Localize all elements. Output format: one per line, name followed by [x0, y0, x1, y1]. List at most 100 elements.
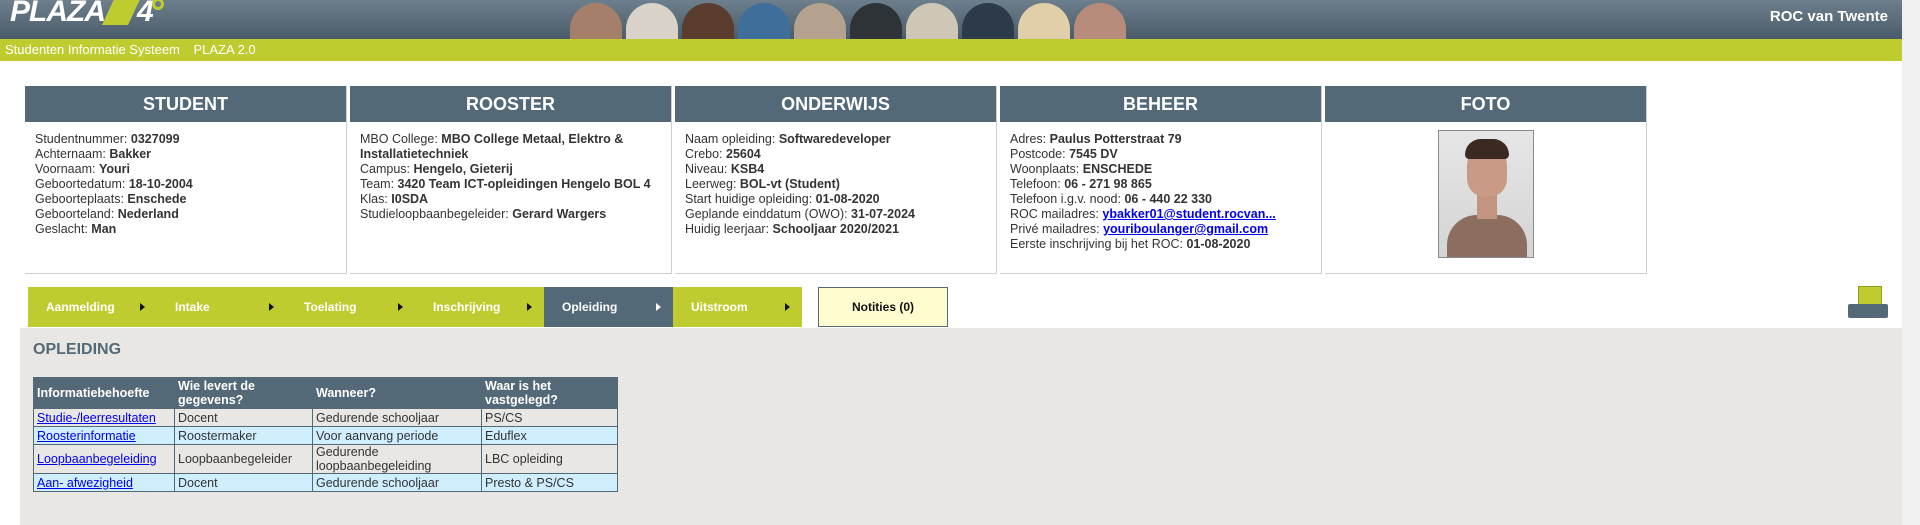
panel-body: Naam opleiding: Softwaredeveloper Crebo: …: [675, 122, 996, 237]
panel-foto: FOTO: [1325, 86, 1647, 274]
field-value: 31-07-2024: [851, 207, 915, 221]
tab-label: Inschrijving: [433, 300, 501, 314]
logo-text: PLAZA: [10, 0, 106, 28]
column-header: Informatiebehoefte: [33, 377, 175, 409]
table-cell: Gedurende loopbaanbegeleiding: [312, 444, 482, 474]
tab-inschrijving[interactable]: Inschrijving: [415, 287, 544, 327]
field-label: Studieloopbaanbegeleider:: [360, 207, 513, 221]
field-value: KSB4: [730, 162, 765, 176]
student-photo: [1437, 130, 1534, 258]
panel-body: Adres: Paulus Potterstraat 79 Postcode: 7…: [1000, 122, 1321, 252]
field-value: 7545 DV: [1069, 147, 1118, 161]
field-label: MBO College:: [360, 132, 442, 146]
email-link[interactable]: youriboulanger@gmail.com: [1103, 222, 1268, 236]
field-label: Woonplaats:: [1010, 162, 1083, 176]
arrow-right-icon: [527, 303, 532, 311]
section-title: OPLEIDING: [33, 341, 122, 358]
email-link[interactable]: ybakker01@student.rocvan...: [1102, 207, 1275, 221]
process-tabs: Aanmelding Intake Toelating Inschrijving Opl…: [28, 287, 802, 327]
field-label: Campus:: [360, 162, 414, 176]
field-label: Geplande einddatum (OWO):: [685, 207, 852, 221]
table-cell: Aan- afwezigheid: [33, 473, 175, 492]
field-label: Telefoon:: [1010, 177, 1065, 191]
field-value: Nederland: [117, 207, 179, 221]
table-cell: Studie-/leerresultaten: [33, 408, 175, 427]
student-field-row: Geboorteland: Nederland: [35, 207, 336, 222]
table-cell: Loopbaanbegeleiding: [33, 444, 175, 474]
arrow-right-icon: [785, 303, 790, 311]
arrow-right-icon: [656, 303, 661, 311]
panel-onderwijs: ONDERWIJS Naam opleiding: Softwaredevelo…: [675, 86, 997, 274]
field-value: Softwaredeveloper: [778, 132, 891, 146]
tab-toelating[interactable]: Toelating: [286, 287, 415, 327]
tab-label: Toelating: [304, 300, 357, 314]
tab-uitstroom[interactable]: Uitstroom: [673, 287, 802, 327]
onderwijs-field-row: Niveau: KSB4: [685, 162, 986, 177]
banner-people-image: [570, 0, 1190, 39]
rooster-field-row: Campus: Hengelo, Gieterij: [360, 162, 661, 177]
field-label: Studentnummer:: [35, 132, 131, 146]
field-value: 06 - 271 98 865: [1064, 177, 1152, 191]
field-value: 01-08-2020: [1186, 237, 1251, 251]
panel-title: FOTO: [1325, 86, 1646, 122]
student-field-row: Voornaam: Youri: [35, 162, 336, 177]
table-cell: Docent: [174, 473, 313, 492]
field-value: ENSCHEDE: [1082, 162, 1153, 176]
plaza-logo[interactable]: PLAZA 4: [10, 0, 166, 30]
column-header: Wie levert de gegevens?: [174, 377, 313, 409]
tab-intake[interactable]: Intake: [157, 287, 286, 327]
info-panels: STUDENT Studentnummer: 0327099 Achternaam…: [25, 86, 1647, 274]
beheer-field-row: Eerste inschrijving bij het ROC: 01-08-2…: [1010, 237, 1311, 252]
panel-student: STUDENT Studentnummer: 0327099 Achternaam…: [25, 86, 347, 274]
field-label: Eerste inschrijving bij het ROC:: [1010, 237, 1187, 251]
panel-title: ROOSTER: [350, 86, 671, 122]
onderwijs-field-row: Start huidige opleiding: 01-08-2020: [685, 192, 986, 207]
table-cell: Docent: [174, 408, 313, 427]
info-table: Informatiebehoefte Wie levert de gegevens…: [33, 377, 618, 492]
table-cell: Eduflex: [481, 426, 618, 445]
field-value: BOL-vt (Student): [739, 177, 840, 191]
table-body: Studie-/leerresultaten Docent Gedurende sc…: [33, 408, 618, 492]
student-field-row: Studentnummer: 0327099: [35, 132, 336, 147]
field-label: ROC mailadres:: [1010, 207, 1103, 221]
column-header: Wanneer?: [312, 377, 482, 409]
table-cell: Loopbaanbegeleider: [174, 444, 313, 474]
beheer-field-row: Adres: Paulus Potterstraat 79: [1010, 132, 1311, 147]
onderwijs-field-row: Naam opleiding: Softwaredeveloper: [685, 132, 986, 147]
info-link[interactable]: Aan- afwezigheid: [37, 476, 133, 490]
tab-opleiding[interactable]: Opleiding: [544, 287, 673, 327]
tab-label: Intake: [175, 300, 210, 314]
notes-button[interactable]: Notities (0): [818, 287, 948, 327]
onderwijs-field-row: Huidig leerjaar: Schooljaar 2020/2021: [685, 222, 986, 237]
arrow-right-icon: [398, 303, 403, 311]
tab-label: Aanmelding: [46, 300, 115, 314]
vertical-scrollbar[interactable]: [1902, 0, 1920, 525]
system-bar: Studenten Informatie Systeem PLAZA 2.0: [0, 39, 1902, 61]
content-area: OPLEIDING Informatiebehoefte Wie levert d…: [20, 328, 1902, 525]
field-value: Bakker: [109, 147, 152, 161]
info-link[interactable]: Roosterinformatie: [37, 429, 136, 443]
table-header-row: Informatiebehoefte Wie levert de gegevens…: [33, 377, 618, 409]
panel-title: BEHEER: [1000, 86, 1321, 122]
table-cell: Presto & PS/CS: [481, 473, 618, 492]
field-label: Niveau:: [685, 162, 731, 176]
rooster-field-row: Team: 3420 Team ICT-opleidingen Hengelo …: [360, 177, 661, 192]
info-link[interactable]: Studie-/leerresultaten: [37, 411, 156, 425]
organisation-name: ROC van Twente: [1769, 8, 1888, 25]
student-field-row: Geboorteplaats: Enschede: [35, 192, 336, 207]
tab-aanmelding[interactable]: Aanmelding: [28, 287, 157, 327]
panel-title: STUDENT: [25, 86, 346, 122]
field-label: Geboorteplaats:: [35, 192, 128, 206]
field-value: 0327099: [130, 132, 180, 146]
field-label: Team:: [360, 177, 398, 191]
student-field-row: Geboortedatum: 18-10-2004: [35, 177, 336, 192]
field-value: Paulus Potterstraat 79: [1049, 132, 1182, 146]
field-value: Hengelo, Gieterij: [413, 162, 513, 176]
info-link[interactable]: Loopbaanbegeleiding: [37, 452, 157, 466]
system-name: Studenten Informatie Systeem: [5, 42, 180, 57]
rooster-field-row: Klas: I0SDA: [360, 192, 661, 207]
print-icon[interactable]: [1848, 286, 1888, 320]
field-value: I0SDA: [391, 192, 429, 206]
table-cell: Gedurende schooljaar: [312, 473, 482, 492]
onderwijs-field-row: Crebo: 25604: [685, 147, 986, 162]
